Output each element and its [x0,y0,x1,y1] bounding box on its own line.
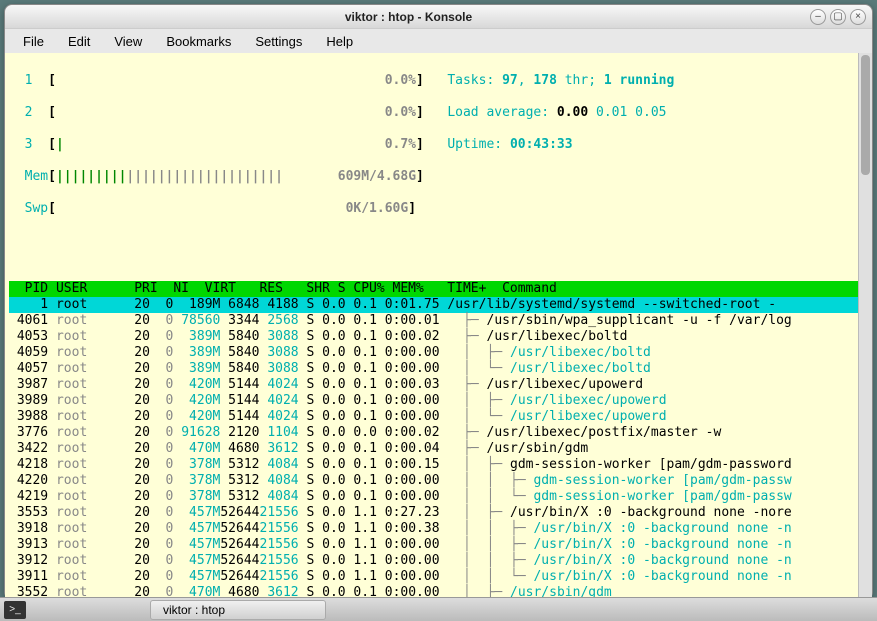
process-header[interactable]: PID USER PRI NI VIRT RES SHR S CPU% MEM%… [9,281,872,297]
menu-edit[interactable]: Edit [58,32,100,51]
process-row[interactable]: 4057 root 20 0 389M 5840 3088 S 0.0 0.1 … [9,361,872,377]
menu-file[interactable]: File [13,32,54,51]
close-icon[interactable]: × [850,9,866,25]
process-row[interactable]: 3553 root 20 0 457M5264421556 S 0.0 1.1 … [9,505,872,521]
desktop-taskbar[interactable]: >_ viktor : htop [0,597,877,621]
terminal-scrollbar[interactable] [858,53,872,599]
taskbar-item-label: viktor : htop [163,603,225,617]
window-title: viktor : htop - Konsole [11,10,806,24]
konsole-window: viktor : htop - Konsole – ▢ × File Edit … [4,4,873,600]
minimize-icon[interactable]: – [810,9,826,25]
process-row[interactable]: 4220 root 20 0 378M 5312 4084 S 0.0 0.1 … [9,473,872,489]
process-row[interactable]: 3987 root 20 0 420M 5144 4024 S 0.0 0.1 … [9,377,872,393]
terminal-view[interactable]: 1 [ 0.0%] Tasks: 97, 178 thr; 1 running … [5,53,872,599]
process-row[interactable]: 4218 root 20 0 378M 5312 4084 S 0.0 0.1 … [9,457,872,473]
process-row[interactable]: 4053 root 20 0 389M 5840 3088 S 0.0 0.1 … [9,329,872,345]
process-row[interactable]: 3988 root 20 0 420M 5144 4024 S 0.0 0.1 … [9,409,872,425]
process-row[interactable]: 3911 root 20 0 457M5264421556 S 0.0 1.1 … [9,569,872,585]
window-titlebar[interactable]: viktor : htop - Konsole – ▢ × [5,5,872,29]
process-row[interactable]: 4059 root 20 0 389M 5840 3088 S 0.0 0.1 … [9,345,872,361]
terminal-launcher-icon[interactable]: >_ [4,601,26,619]
htop-meters: 1 [ 0.0%] Tasks: 97, 178 thr; 1 running … [9,57,872,281]
process-row[interactable]: 3913 root 20 0 457M5264421556 S 0.0 1.1 … [9,537,872,553]
process-row[interactable]: 3912 root 20 0 457M5264421556 S 0.0 1.1 … [9,553,872,569]
maximize-icon[interactable]: ▢ [830,9,846,25]
process-row[interactable]: 4061 root 20 0 78560 3344 2568 S 0.0 0.1… [9,313,872,329]
taskbar-item[interactable]: viktor : htop [150,600,326,620]
menu-settings[interactable]: Settings [245,32,312,51]
process-list[interactable]: 4061 root 20 0 78560 3344 2568 S 0.0 0.1… [9,313,872,599]
process-row[interactable]: 3776 root 20 0 91628 2120 1104 S 0.0 0.0… [9,425,872,441]
process-row[interactable]: 4219 root 20 0 378M 5312 4084 S 0.0 0.1 … [9,489,872,505]
menu-help[interactable]: Help [316,32,363,51]
selected-process-row[interactable]: 1 root 20 0 189M 6848 4188 S 0.0 0.1 0:0… [9,297,872,313]
menubar: File Edit View Bookmarks Settings Help [5,29,872,53]
process-row[interactable]: 3918 root 20 0 457M5264421556 S 0.0 1.1 … [9,521,872,537]
process-row[interactable]: 3989 root 20 0 420M 5144 4024 S 0.0 0.1 … [9,393,872,409]
scrollbar-thumb[interactable] [861,55,870,175]
menu-view[interactable]: View [104,32,152,51]
process-row[interactable]: 3422 root 20 0 470M 4680 3612 S 0.0 0.1 … [9,441,872,457]
menu-bookmarks[interactable]: Bookmarks [156,32,241,51]
